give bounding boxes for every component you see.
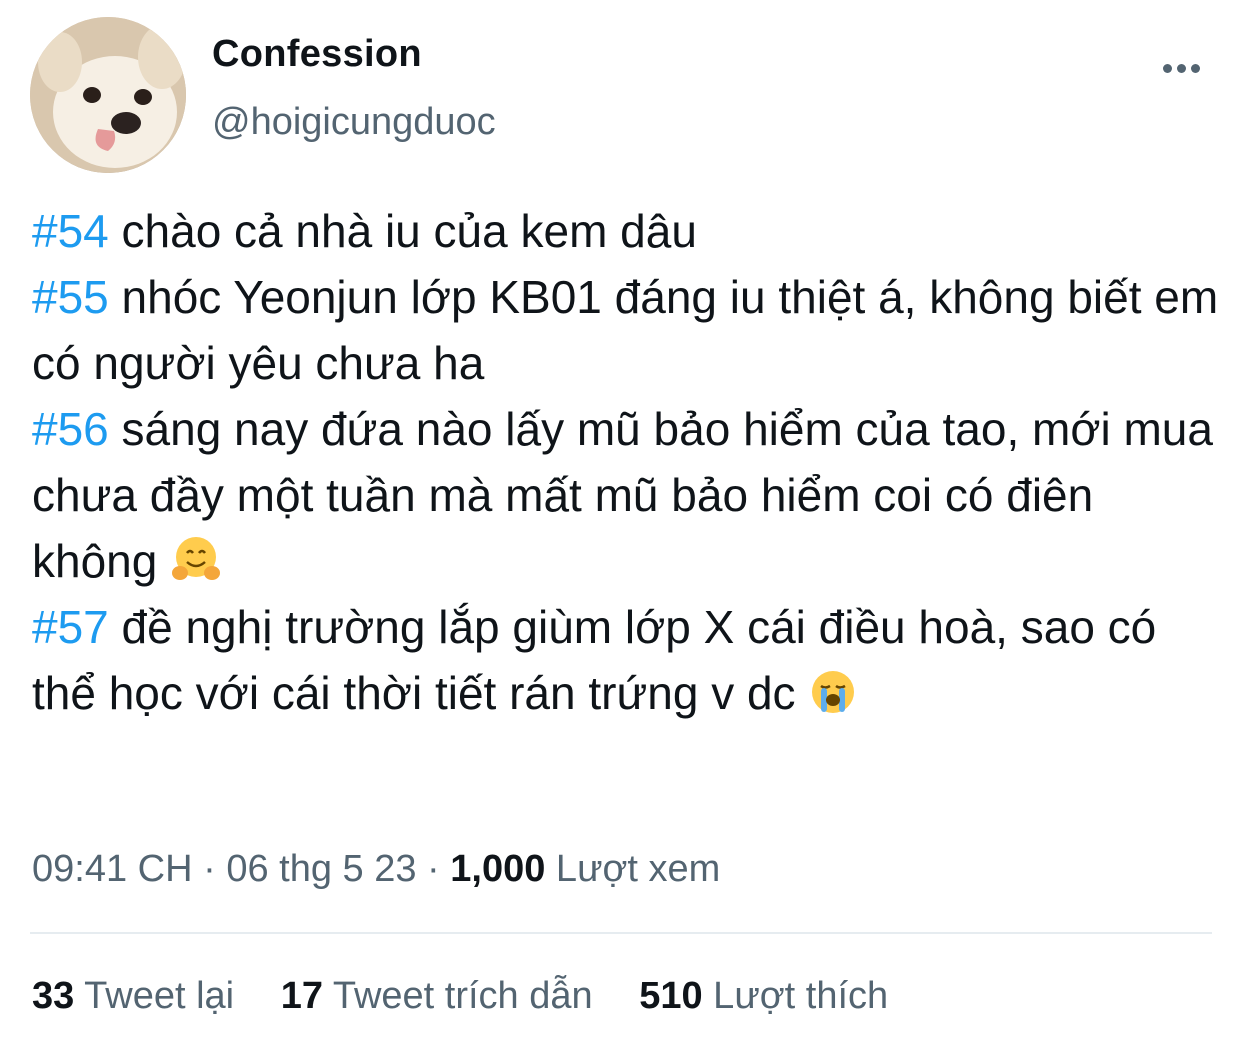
dog-avatar-image [30, 17, 186, 173]
more-dot-icon [1190, 63, 1200, 73]
views-count: 1,000 [450, 848, 546, 890]
likes-count: 510 [639, 975, 703, 1017]
retweets-stat[interactable]: 33 Tweet lại [32, 975, 234, 1018]
retweets-count: 33 [32, 975, 75, 1017]
tweet-entry: #54 chào cả nhà iu của kem dâu [32, 198, 1227, 264]
divider [30, 932, 1212, 934]
entry-text: chào cả nhà iu của kem dâu [108, 205, 697, 257]
hashtag-link[interactable]: #55 [32, 271, 109, 323]
quotes-label: Tweet trích dẫn [322, 975, 593, 1017]
quote-tweets-stat[interactable]: 17 Tweet trích dẫn [281, 975, 593, 1018]
retweets-label: Tweet lại [74, 975, 235, 1017]
tweet-entry: #55 nhóc Yeonjun lớp KB01 đáng iu thiệt … [32, 264, 1227, 396]
entry-text: đề nghị trường lắp giùm lớp X cái điều h… [32, 601, 1157, 719]
likes-stat[interactable]: 510 Lượt thích [639, 975, 888, 1018]
meta-separator: · [192, 848, 227, 890]
entry-text: nhóc Yeonjun lớp KB01 đáng iu thiệt á, k… [32, 271, 1219, 389]
more-dot-icon [1162, 63, 1172, 73]
hashtag-link[interactable]: #54 [32, 205, 109, 257]
author-display-name[interactable]: Confession [212, 33, 422, 76]
tweet-entry: #56 sáng nay đứa nào lấy mũ bảo hiểm của… [32, 396, 1227, 594]
likes-label: Lượt thích [702, 975, 889, 1017]
tweet-text: #54 chào cả nhà iu của kem dâu #55 nhóc … [32, 198, 1227, 726]
more-dot-icon [1176, 63, 1186, 73]
engagement-stats: 33 Tweet lại 17 Tweet trích dẫn 510 Lượt… [32, 975, 924, 1018]
smiling-face-with-open-hands-icon [170, 535, 222, 587]
hashtag-link[interactable]: #57 [32, 601, 109, 653]
views-label: Lượt xem [545, 848, 721, 890]
quotes-count: 17 [280, 975, 323, 1017]
avatar[interactable] [30, 17, 186, 173]
tweet-meta: 09:41 CH · 06 thg 5 23 · 1,000 Lượt xem [32, 848, 720, 891]
meta-separator: · [416, 848, 451, 890]
tweet-time[interactable]: 09:41 CH [32, 848, 193, 890]
hashtag-link[interactable]: #56 [32, 403, 109, 455]
more-options-button[interactable] [1150, 50, 1212, 86]
loudly-crying-face-icon [808, 667, 858, 719]
tweet-entry: #57 đề nghị trường lắp giùm lớp X cái đi… [32, 594, 1227, 726]
tweet-date[interactable]: 06 thg 5 23 [226, 848, 416, 890]
author-handle[interactable]: @hoigicungduoc [212, 101, 496, 144]
